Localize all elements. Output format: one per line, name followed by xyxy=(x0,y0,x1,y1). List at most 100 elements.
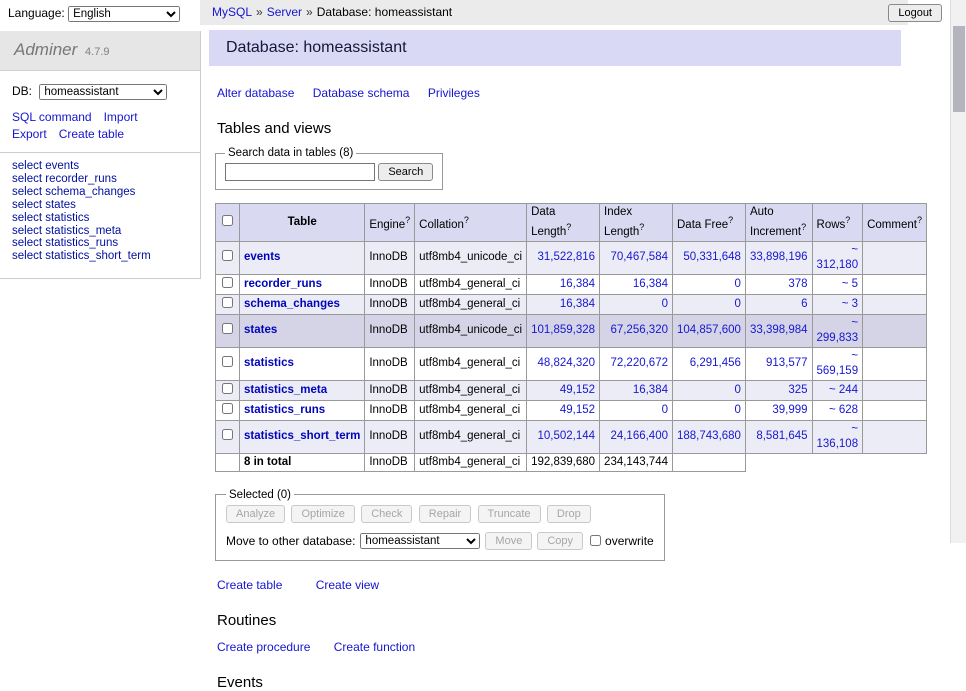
select-states-link[interactable]: select states xyxy=(12,199,76,211)
auto-increment-cell-link[interactable]: 325 xyxy=(788,384,807,396)
row-checkbox[interactable] xyxy=(222,356,233,367)
auto-increment-cell-link[interactable]: 33,898,196 xyxy=(750,251,808,263)
create-procedure-link[interactable]: Create procedure xyxy=(217,640,310,654)
table-name-link[interactable]: statistics_short_term xyxy=(244,430,360,442)
search-input[interactable] xyxy=(225,163,375,181)
index-length-cell-link[interactable]: 0 xyxy=(662,298,668,310)
auto-increment-cell-link[interactable]: 8,581,645 xyxy=(756,430,807,442)
comment-cell xyxy=(863,420,927,453)
table-name-link[interactable]: recorder_runs xyxy=(244,278,322,290)
row-checkbox[interactable] xyxy=(222,277,233,288)
auto-increment-cell-link[interactable]: 913,577 xyxy=(766,357,808,369)
create-view-link[interactable]: Create view xyxy=(316,578,379,592)
create-table-sidebar-link[interactable]: Create table xyxy=(59,127,124,141)
index-length-cell-link[interactable]: 16,384 xyxy=(633,278,668,290)
row-checkbox[interactable] xyxy=(222,403,233,414)
vertical-scrollbar[interactable] xyxy=(950,0,966,543)
index-length-cell-link[interactable]: 0 xyxy=(662,404,668,416)
data-free-cell-link[interactable]: 50,331,648 xyxy=(683,251,741,263)
logout-button[interactable]: Logout xyxy=(888,4,942,22)
check-button[interactable]: Check xyxy=(361,505,412,523)
data-free-cell-link[interactable]: 0 xyxy=(735,384,741,396)
data-length-cell-link[interactable]: 16,384 xyxy=(560,298,595,310)
app-name-link[interactable]: Adminer xyxy=(14,40,77,59)
data-length-cell-link[interactable]: 101,859,328 xyxy=(531,324,595,336)
breadcrumb-server-link[interactable]: Server xyxy=(267,5,302,19)
rows-cell-link[interactable]: ~ 3 xyxy=(842,298,858,310)
data-length-cell-link[interactable]: 16,384 xyxy=(560,278,595,290)
data-length-cell-link[interactable]: 31,522,816 xyxy=(537,251,595,263)
privileges-link[interactable]: Privileges xyxy=(428,86,480,100)
select-statistics-short-term-link[interactable]: select statistics_short_term xyxy=(12,250,151,262)
index-length-cell-link[interactable]: 70,467,584 xyxy=(610,251,668,263)
copy-button[interactable]: Copy xyxy=(537,532,583,550)
data-free-cell-link[interactable]: 6,291,456 xyxy=(690,357,741,369)
select-statistics-runs-link[interactable]: select statistics_runs xyxy=(12,237,118,249)
sql-command-link[interactable]: SQL command xyxy=(12,110,92,124)
overwrite-checkbox[interactable] xyxy=(590,535,601,546)
table-name-link[interactable]: statistics_meta xyxy=(244,384,327,396)
language-select[interactable]: English xyxy=(68,6,180,22)
data-free-cell-link[interactable]: 0 xyxy=(735,298,741,310)
table-name-link[interactable]: statistics_runs xyxy=(244,404,325,416)
data-length-cell-link[interactable]: 49,152 xyxy=(560,384,595,396)
select-statistics-link[interactable]: select statistics xyxy=(12,212,89,224)
breadcrumb-mysql-link[interactable]: MySQL xyxy=(212,5,252,19)
index-length-cell-link[interactable]: 67,256,320 xyxy=(610,324,668,336)
rows-cell-link[interactable]: ~ 569,159 xyxy=(817,350,859,377)
analyze-button[interactable]: Analyze xyxy=(226,505,285,523)
database-schema-link[interactable]: Database schema xyxy=(313,86,410,100)
data-free-cell-link[interactable]: 0 xyxy=(735,404,741,416)
index-length-cell-link[interactable]: 16,384 xyxy=(633,384,668,396)
drop-button[interactable]: Drop xyxy=(547,505,591,523)
scrollbar-thumb[interactable] xyxy=(953,26,965,112)
data-free-cell-link[interactable]: 0 xyxy=(735,278,741,290)
data-length-cell-link[interactable]: 10,502,144 xyxy=(537,430,595,442)
table-name-link[interactable]: statistics xyxy=(244,357,294,369)
index-length-cell-link[interactable]: 72,220,672 xyxy=(610,357,668,369)
select-statistics-meta-link[interactable]: select statistics_meta xyxy=(12,225,121,237)
select-all-checkbox[interactable] xyxy=(222,215,233,226)
table-name-link[interactable]: events xyxy=(244,251,280,263)
row-checkbox[interactable] xyxy=(222,323,233,334)
data-free-cell-link[interactable]: 104,857,600 xyxy=(677,324,741,336)
engine-cell: InnoDB xyxy=(365,420,415,453)
optimize-button[interactable]: Optimize xyxy=(291,505,354,523)
row-checkbox[interactable] xyxy=(222,383,233,394)
select-recorder-runs-link[interactable]: select recorder_runs xyxy=(12,173,117,185)
repair-button[interactable]: Repair xyxy=(419,505,471,523)
auto-increment-cell-link[interactable]: 6 xyxy=(801,298,807,310)
rows-cell-link[interactable]: ~ 244 xyxy=(829,384,858,396)
data-free-cell-link[interactable]: 188,743,680 xyxy=(677,430,741,442)
move-button[interactable]: Move xyxy=(485,532,532,550)
index-length-cell-link[interactable]: 24,166,400 xyxy=(610,430,668,442)
rows-cell-link[interactable]: ~ 136,108 xyxy=(817,423,859,450)
row-checkbox[interactable] xyxy=(222,429,233,440)
rows-cell-link[interactable]: ~ 628 xyxy=(829,404,858,416)
create-function-link[interactable]: Create function xyxy=(334,640,415,654)
select-events-link[interactable]: select events xyxy=(12,160,79,172)
row-checkbox[interactable] xyxy=(222,250,233,261)
import-link[interactable]: Import xyxy=(104,110,138,124)
truncate-button[interactable]: Truncate xyxy=(478,505,541,523)
table-name-link[interactable]: schema_changes xyxy=(244,298,340,310)
move-db-select[interactable]: homeassistant xyxy=(360,533,480,549)
rows-cell-link[interactable]: ~ 299,833 xyxy=(817,317,859,344)
auto-increment-cell-link[interactable]: 378 xyxy=(788,278,807,290)
table-name-link[interactable]: states xyxy=(244,324,277,336)
auto-increment-cell-link[interactable]: 39,999 xyxy=(772,404,807,416)
search-button[interactable]: Search xyxy=(378,163,433,181)
data-length-cell: 10,502,144 xyxy=(527,420,600,453)
rows-cell-link[interactable]: ~ 312,180 xyxy=(817,244,859,271)
data-length-cell-link[interactable]: 49,152 xyxy=(560,404,595,416)
row-checkbox[interactable] xyxy=(222,297,233,308)
comment-cell xyxy=(863,400,927,420)
rows-cell-link[interactable]: ~ 5 xyxy=(842,278,858,290)
auto-increment-cell-link[interactable]: 33,398,984 xyxy=(750,324,808,336)
data-length-cell-link[interactable]: 48,824,320 xyxy=(537,357,595,369)
alter-database-link[interactable]: Alter database xyxy=(217,86,294,100)
db-select[interactable]: homeassistant xyxy=(39,84,167,100)
select-schema-changes-link[interactable]: select schema_changes xyxy=(12,186,135,198)
create-table-link[interactable]: Create table xyxy=(217,578,282,592)
export-link[interactable]: Export xyxy=(12,127,47,141)
